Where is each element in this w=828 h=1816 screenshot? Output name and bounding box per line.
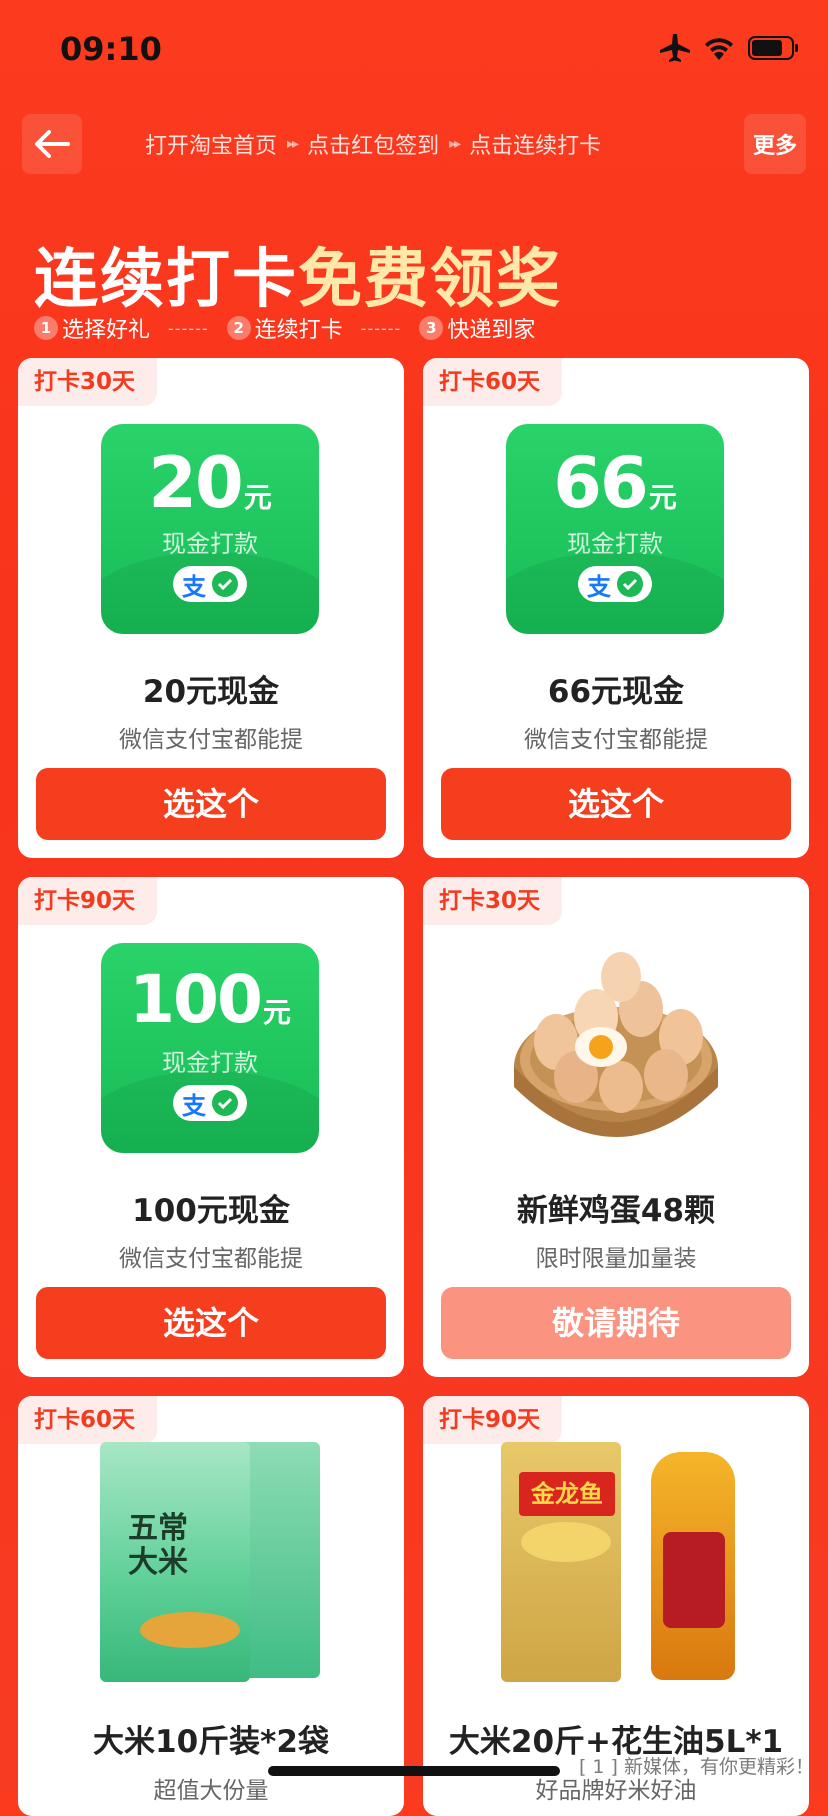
wechat-pay-icon bbox=[617, 571, 643, 597]
days-badge: 打卡30天 bbox=[18, 358, 158, 406]
alipay-icon: 支 bbox=[182, 1091, 206, 1120]
page-title: 连续打卡免费领奖 bbox=[34, 228, 562, 320]
cash-unit: 元 bbox=[262, 996, 291, 1029]
cash-tile: 20元 现金打款 支 bbox=[101, 424, 319, 634]
cash-amount: 20 bbox=[148, 442, 243, 524]
step-number-3: 3 bbox=[419, 316, 444, 340]
pay-methods: 支 bbox=[578, 566, 652, 602]
process-steps: 1 选择好礼 ------ 2 连续打卡 ------ 3 快递到家 bbox=[34, 312, 535, 344]
arrow-left-icon bbox=[35, 130, 70, 158]
alipay-icon: 支 bbox=[587, 572, 611, 601]
prize-name: 大米10斤装*2袋 bbox=[93, 1724, 329, 1760]
rice-brand-text: 五常大米 bbox=[128, 1511, 188, 1580]
steps-hint: 打开淘宝首页 ▸▸ 点击红包签到 ▸▸ 点击连续打卡 bbox=[145, 128, 601, 160]
step-divider: ------ bbox=[168, 318, 209, 338]
days-badge: 打卡60天 bbox=[18, 1396, 158, 1444]
process-step-1: 选择好礼 bbox=[62, 318, 151, 343]
days-badge: 打卡30天 bbox=[423, 877, 563, 925]
status-time: 09:10 bbox=[60, 30, 162, 68]
prize-card[interactable]: 打卡90天 100元 现金打款 支 100元现金 微信支付宝都能提 选这个 bbox=[18, 877, 404, 1377]
cash-tile: 66元 现金打款 支 bbox=[506, 424, 724, 634]
back-button[interactable] bbox=[22, 114, 82, 174]
cash-unit: 元 bbox=[648, 481, 677, 514]
choose-button[interactable]: 选这个 bbox=[36, 1287, 386, 1359]
pay-methods: 支 bbox=[173, 566, 247, 602]
wechat-pay-icon bbox=[212, 1090, 238, 1116]
step-divider: ------ bbox=[360, 318, 402, 338]
top-nav: 打开淘宝首页 ▸▸ 点击红包签到 ▸▸ 点击连续打卡 更多 bbox=[0, 114, 828, 174]
prize-subtitle: 微信支付宝都能提 bbox=[119, 727, 303, 753]
step-number-2: 2 bbox=[226, 316, 251, 340]
process-step-2: 连续打卡 bbox=[254, 318, 343, 343]
cash-tile: 100元 现金打款 支 bbox=[101, 943, 319, 1153]
cash-amount: 66 bbox=[553, 442, 648, 524]
cash-label: 现金打款 bbox=[567, 530, 663, 558]
days-badge: 打卡90天 bbox=[423, 1396, 563, 1444]
prize-card[interactable]: 打卡60天 66元 现金打款 支 66元现金 微信支付宝都能提 选这个 bbox=[423, 358, 809, 858]
choose-button[interactable]: 选这个 bbox=[441, 768, 791, 840]
choose-button[interactable]: 选这个 bbox=[36, 768, 386, 840]
prize-card[interactable]: 打卡30天 20元 现金打款 支 20元现金 微信支付宝都能提 选这个 bbox=[18, 358, 404, 858]
pay-methods: 支 bbox=[173, 1085, 247, 1121]
prize-subtitle: 限时限量加量装 bbox=[535, 1246, 697, 1272]
status-bar: 09:10 bbox=[0, 0, 828, 100]
days-badge: 打卡90天 bbox=[18, 877, 158, 925]
double-arrow-icon: ▸▸ bbox=[287, 136, 299, 152]
coming-soon-button[interactable]: 敬请期待 bbox=[441, 1287, 791, 1359]
prize-subtitle: 超值大份量 bbox=[153, 1778, 269, 1804]
title-part-yellow: 免费领奖 bbox=[298, 243, 562, 317]
hint-step-2: 点击红包签到 bbox=[307, 134, 440, 159]
watermark: [ 1 ] 新媒体，有你更精彩！ bbox=[578, 1756, 814, 1778]
eggs-basket-image bbox=[514, 952, 718, 1137]
title-part-white: 连续打卡 bbox=[34, 243, 298, 317]
prize-name: 20元现金 bbox=[142, 674, 280, 710]
prize-card[interactable]: 打卡30天 新鲜鸡蛋48颗 限时限量加量装 敬请期待 bbox=[423, 877, 809, 1377]
oil-brand-text: 金龙鱼 bbox=[519, 1472, 615, 1516]
rice-bags-image: 五常大米 bbox=[100, 1442, 324, 1682]
cash-amount: 100 bbox=[129, 961, 263, 1038]
prize-card[interactable]: 打卡60天 五常大米 大米10斤装*2袋 超值大份量 bbox=[18, 1396, 404, 1816]
home-indicator[interactable] bbox=[268, 1766, 560, 1776]
prize-name: 新鲜鸡蛋48颗 bbox=[516, 1193, 716, 1229]
hint-step-3: 点击连续打卡 bbox=[469, 134, 602, 159]
days-badge: 打卡60天 bbox=[423, 358, 563, 406]
prize-name: 66元现金 bbox=[547, 674, 685, 710]
double-arrow-icon: ▸▸ bbox=[449, 136, 461, 152]
wifi-icon bbox=[705, 38, 733, 60]
hint-step-1: 打开淘宝首页 bbox=[145, 134, 278, 159]
wechat-pay-icon bbox=[212, 571, 238, 597]
battery-icon bbox=[748, 36, 798, 60]
alipay-icon: 支 bbox=[182, 572, 206, 601]
cash-label: 现金打款 bbox=[162, 1049, 258, 1077]
prize-name: 100元现金 bbox=[132, 1193, 290, 1229]
cash-label: 现金打款 bbox=[162, 530, 258, 558]
airplane-icon bbox=[660, 34, 690, 62]
more-button[interactable]: 更多 bbox=[744, 114, 806, 174]
cash-unit: 元 bbox=[243, 481, 272, 514]
system-icons bbox=[660, 34, 800, 62]
prize-subtitle: 微信支付宝都能提 bbox=[524, 727, 708, 753]
rice-and-oil-image: 金龙鱼 bbox=[501, 1442, 741, 1682]
step-number-1: 1 bbox=[34, 316, 58, 340]
process-step-3: 快递到家 bbox=[447, 318, 536, 343]
prize-subtitle: 微信支付宝都能提 bbox=[119, 1246, 303, 1272]
